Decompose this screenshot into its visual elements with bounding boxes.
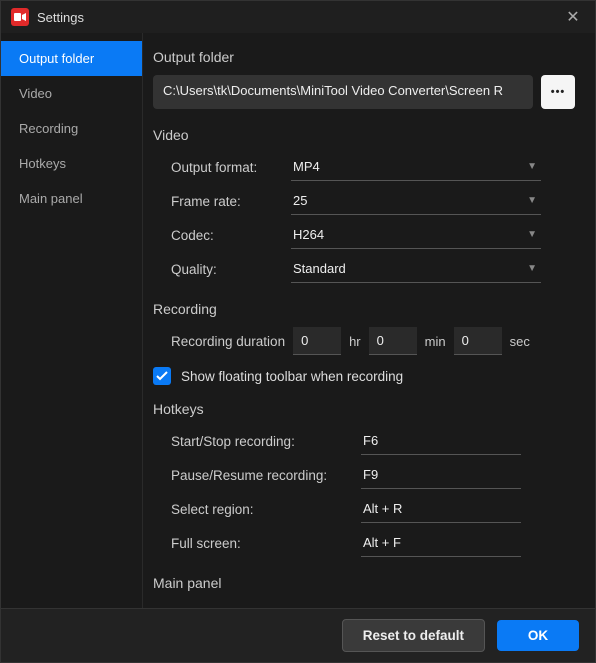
hotkey-full-screen-row: Full screen: Alt + F: [171, 529, 575, 557]
duration-min-input[interactable]: [369, 327, 417, 355]
quality-row: Quality: Standard ▼: [171, 255, 575, 283]
titlebar: Settings ✕: [1, 1, 595, 33]
floating-toolbar-label: Show floating toolbar when recording: [181, 369, 403, 384]
hotkey-pause-resume-value[interactable]: F9: [361, 461, 521, 489]
main-panel-heading: Main panel: [153, 575, 575, 591]
hotkey-full-screen-label: Full screen:: [171, 530, 361, 557]
hotkey-full-screen-value[interactable]: Alt + F: [361, 529, 521, 557]
codec-row: Codec: H264 ▼: [171, 221, 575, 249]
ok-button[interactable]: OK: [497, 620, 579, 651]
sidebar-item-main-panel[interactable]: Main panel: [1, 181, 142, 216]
content: Output folder C:\Users\tk\Documents\Mini…: [143, 33, 595, 608]
floating-toolbar-row: Show floating toolbar when recording: [153, 367, 575, 385]
quality-dropdown[interactable]: Standard ▼: [291, 255, 541, 283]
video-heading: Video: [153, 127, 575, 143]
duration-sec-input[interactable]: [454, 327, 502, 355]
browse-button[interactable]: •••: [541, 75, 575, 109]
sec-unit: sec: [510, 334, 530, 349]
hotkey-select-region-row: Select region: Alt + R: [171, 495, 575, 523]
sidebar-item-recording[interactable]: Recording: [1, 111, 142, 146]
output-folder-heading: Output folder: [153, 49, 575, 65]
chevron-down-icon: ▼: [527, 161, 537, 172]
chevron-down-icon: ▼: [527, 195, 537, 206]
frame-rate-dropdown[interactable]: 25 ▼: [291, 187, 541, 215]
codec-value: H264: [293, 227, 324, 242]
frame-rate-value: 25: [293, 193, 307, 208]
sidebar-item-output-folder[interactable]: Output folder: [1, 41, 142, 76]
recording-duration-row: Recording duration hr min sec: [171, 327, 575, 355]
app-icon: [11, 8, 29, 26]
chevron-down-icon: ▼: [527, 229, 537, 240]
quality-label: Quality:: [171, 256, 291, 283]
hotkey-pause-resume-label: Pause/Resume recording:: [171, 462, 361, 489]
hotkey-start-stop-label: Start/Stop recording:: [171, 428, 361, 455]
output-format-value: MP4: [293, 159, 320, 174]
settings-window: Settings ✕ Output folder Video Recording…: [0, 0, 596, 663]
hotkey-start-stop-row: Start/Stop recording: F6: [171, 427, 575, 455]
sidebar-item-video[interactable]: Video: [1, 76, 142, 111]
footer: Reset to default OK: [1, 608, 595, 662]
frame-rate-label: Frame rate:: [171, 188, 291, 215]
quality-value: Standard: [293, 261, 346, 276]
hotkey-pause-resume-row: Pause/Resume recording: F9: [171, 461, 575, 489]
recording-heading: Recording: [153, 301, 575, 317]
duration-hr-input[interactable]: [293, 327, 341, 355]
close-icon[interactable]: ✕: [559, 3, 587, 31]
hotkey-select-region-value[interactable]: Alt + R: [361, 495, 521, 523]
output-format-dropdown[interactable]: MP4 ▼: [291, 153, 541, 181]
output-format-label: Output format:: [171, 154, 291, 181]
frame-rate-row: Frame rate: 25 ▼: [171, 187, 575, 215]
hotkey-start-stop-value[interactable]: F6: [361, 427, 521, 455]
output-format-row: Output format: MP4 ▼: [171, 153, 575, 181]
output-folder-row: C:\Users\tk\Documents\MiniTool Video Con…: [153, 75, 575, 109]
chevron-down-icon: ▼: [527, 263, 537, 274]
reset-button[interactable]: Reset to default: [342, 619, 485, 652]
output-folder-input[interactable]: C:\Users\tk\Documents\MiniTool Video Con…: [153, 75, 533, 109]
hr-unit: hr: [349, 334, 361, 349]
window-title: Settings: [37, 10, 559, 25]
hotkey-select-region-label: Select region:: [171, 496, 361, 523]
sidebar: Output folder Video Recording Hotkeys Ma…: [1, 33, 143, 608]
min-unit: min: [425, 334, 446, 349]
hotkeys-heading: Hotkeys: [153, 401, 575, 417]
codec-label: Codec:: [171, 222, 291, 249]
ellipsis-icon: •••: [551, 86, 566, 98]
sidebar-item-hotkeys[interactable]: Hotkeys: [1, 146, 142, 181]
body: Output folder Video Recording Hotkeys Ma…: [1, 33, 595, 608]
codec-dropdown[interactable]: H264 ▼: [291, 221, 541, 249]
floating-toolbar-checkbox[interactable]: [153, 367, 171, 385]
recording-duration-label: Recording duration: [171, 334, 285, 349]
